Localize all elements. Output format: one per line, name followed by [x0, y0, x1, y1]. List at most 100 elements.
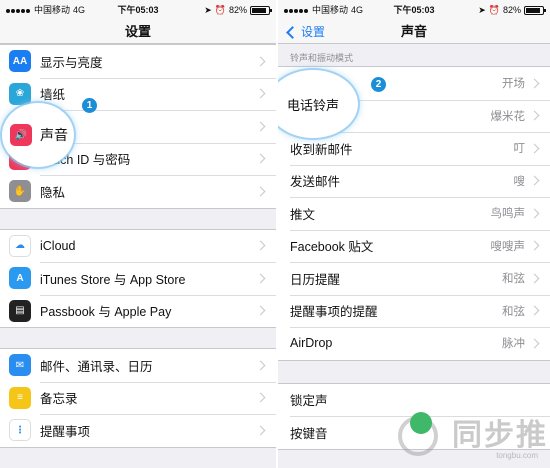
sound-callout-label: 声音	[40, 127, 68, 143]
mail-icon: ✉	[9, 354, 31, 377]
sound-row-label: 提醒事项的提醒	[290, 305, 378, 320]
chevron-right-icon	[255, 240, 266, 251]
watermark-brand: 同步推	[452, 419, 548, 452]
reminders-icon: ⋮	[9, 419, 31, 442]
settings-row[interactable]: ☁ iCloud	[0, 230, 276, 263]
sound-row-value: 嗖	[513, 175, 526, 188]
sound-row-value: 和弦	[502, 305, 525, 318]
settings-row-label: 显示与亮度	[40, 55, 103, 70]
sound-row-value: 脉冲	[502, 338, 525, 351]
back-label: 设置	[301, 25, 326, 39]
settings-row-label: iTunes Store 与 App Store	[40, 272, 186, 287]
sound-row-label: 收到新邮件	[290, 142, 353, 157]
chevron-right-icon	[529, 78, 540, 89]
notes-icon: ≡	[9, 386, 31, 409]
chevron-right-icon	[529, 338, 540, 349]
settings-row-label: 隐私	[40, 185, 66, 200]
app-store-icon: A	[9, 267, 31, 290]
passbook-icon: ▤	[9, 299, 31, 322]
chevron-right-icon	[255, 88, 266, 99]
chevron-right-icon	[255, 186, 266, 197]
settings-row[interactable]: AiTunes Store 与 App Store	[0, 262, 276, 295]
status-bar: 中国移动 4G 下午05:03 ➤ ⏰ 82%	[0, 0, 276, 20]
settings-row-label: Touch ID 与密码	[40, 153, 131, 168]
nav-bar: 设置	[0, 20, 276, 44]
watermark: 同步推 tongbu.com	[398, 410, 548, 460]
chevron-right-icon	[529, 110, 540, 121]
settings-group-apps: ✉ 邮件、通讯录、日历 ≡ 备忘录 ⋮ 提醒事项	[0, 348, 276, 448]
wallpaper-icon: ❀	[9, 82, 31, 105]
sound-row-value: 鸟鸣声	[490, 208, 526, 221]
sound-row-value: 叮	[513, 143, 526, 156]
settings-row-label: iCloud	[40, 238, 76, 253]
sound-row-label: Facebook 贴文	[290, 240, 374, 255]
settings-row[interactable]: ▤ Passbook 与 Apple Pay	[0, 294, 276, 328]
sound-row-label: 日历提醒	[290, 272, 341, 287]
sound-row-value: 嗖嗖声	[490, 240, 526, 253]
chevron-right-icon	[529, 143, 540, 154]
settings-screen: 中国移动 4G 下午05:03 ➤ ⏰ 82% 设置 AA 显示与亮度 ❀ 墙纸 🔊 声音…	[0, 0, 276, 468]
battery-icon	[250, 5, 272, 15]
settings-row[interactable]: AA 显示与亮度	[0, 45, 276, 78]
ringtone-callout-label: 电话铃声	[286, 97, 339, 113]
chevron-right-icon	[255, 153, 266, 164]
sound-row-value: 和弦	[502, 273, 525, 286]
settings-row[interactable]: ⋮ 提醒事项	[0, 414, 276, 447]
ringtone-section-header: 铃声和振动模式	[290, 53, 354, 63]
settings-row[interactable]: ≡ 备忘录	[0, 381, 276, 415]
settings-row[interactable]: ✉ 邮件、通讯录、日历	[0, 349, 276, 382]
settings-row[interactable]: ✋ 隐私	[0, 175, 276, 208]
alarm-icon: ⏰	[488, 5, 500, 15]
settings-row-label: 备忘录	[40, 392, 78, 407]
sound-row-label: 推文	[290, 207, 316, 222]
tongbu-logo-icon	[398, 412, 438, 456]
step-badge-1: 1	[82, 98, 97, 113]
sound-row-label: 发送邮件	[290, 175, 341, 190]
settings-row-label: 墙纸	[40, 88, 66, 103]
sound-row[interactable]: 提醒事项的提醒 和弦	[278, 294, 550, 328]
sound-row[interactable]: Facebook 贴文 嗖嗖声	[278, 229, 550, 263]
page-title: 声音	[400, 24, 427, 39]
sound-settings-screen: 中国移动 4G 下午05:03 ➤ ⏰ 82% 设置 声音 铃声和振动模式 电话…	[278, 0, 550, 468]
watermark-url: tongbu.com	[496, 451, 538, 460]
alarm-icon: ⏰	[214, 5, 226, 15]
battery-percent: 82%	[502, 5, 521, 15]
settings-row-label: 邮件、通讯录、日历	[40, 359, 153, 374]
chevron-right-icon	[255, 305, 266, 316]
privacy-hand-icon: ✋	[9, 180, 31, 203]
sound-icon: 🔊	[10, 124, 32, 146]
location-icon: ➤	[204, 5, 212, 15]
sound-callout-bubble: 🔊 声音	[2, 103, 74, 167]
settings-row-label: Passbook 与 Apple Pay	[40, 305, 172, 320]
icloud-icon: ☁	[9, 234, 31, 257]
sound-row-value: 开场	[502, 78, 525, 91]
nav-bar: 设置 声音	[278, 20, 550, 44]
chevron-right-icon	[255, 273, 266, 284]
status-bar: 中国移动 4G 下午05:03 ➤ ⏰ 82%	[278, 0, 550, 20]
sound-row-value: 爆米花	[490, 110, 526, 123]
sound-row[interactable]: AirDrop 脉冲	[278, 327, 550, 360]
chevron-right-icon	[255, 360, 266, 371]
back-button[interactable]: 设置	[286, 20, 325, 44]
settings-group-accounts: ☁ iCloud AiTunes Store 与 App Store ▤ Passboo…	[0, 228, 276, 328]
chevron-right-icon	[529, 305, 540, 316]
chevron-right-icon	[255, 425, 266, 436]
chevron-right-icon	[255, 56, 266, 67]
chevron-right-icon	[529, 273, 540, 284]
chevron-left-icon	[286, 25, 299, 39]
sound-row[interactable]: 推文 鸟鸣声	[278, 197, 550, 230]
display-brightness-icon: AA	[9, 50, 31, 73]
location-icon: ➤	[478, 5, 486, 15]
sound-row[interactable]: 日历提醒 和弦	[278, 262, 550, 295]
step-badge-2: 2	[371, 77, 386, 92]
sound-toggle-label: 锁定声	[290, 394, 328, 409]
settings-row-label: 提醒事项	[40, 424, 91, 439]
page-title: 设置	[124, 24, 151, 39]
sound-row-label: AirDrop	[290, 336, 333, 351]
battery-percent: 82%	[228, 5, 247, 15]
chevron-right-icon	[255, 121, 266, 132]
sound-row[interactable]: 发送邮件 嗖	[278, 164, 550, 198]
chevron-right-icon	[255, 392, 266, 403]
chevron-right-icon	[529, 175, 540, 186]
chevron-right-icon	[529, 240, 540, 251]
